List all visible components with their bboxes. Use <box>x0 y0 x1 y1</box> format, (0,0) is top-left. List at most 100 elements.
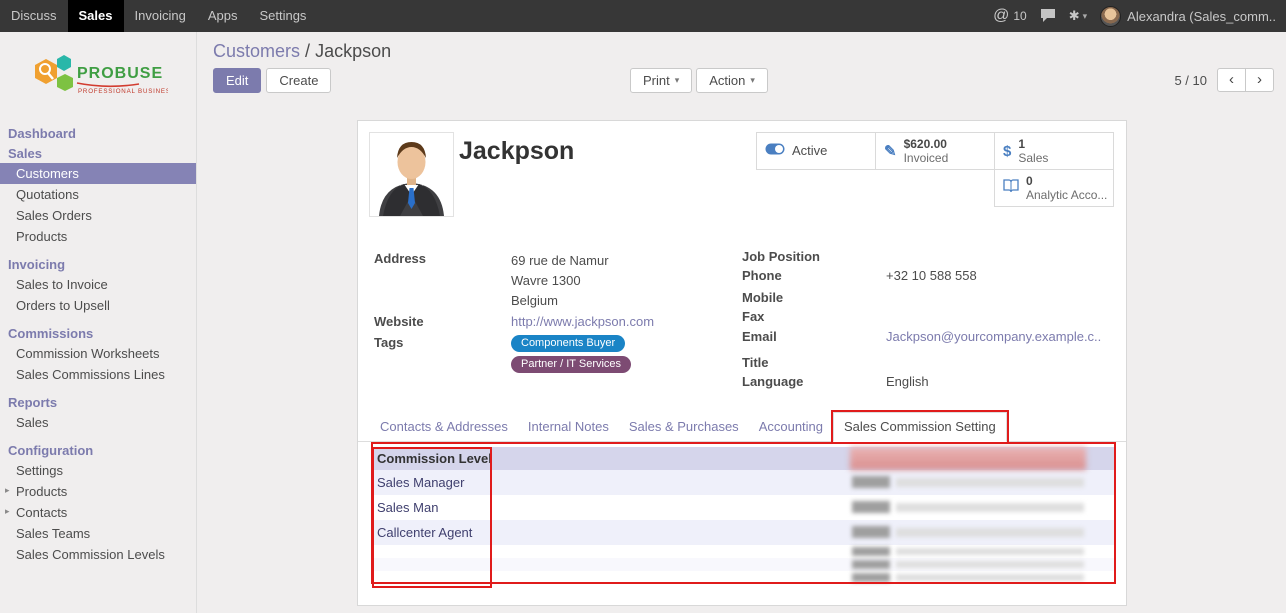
sidebar-header-sales[interactable]: Sales <box>0 143 196 163</box>
caret-down-icon: ▾ <box>1083 11 1088 22</box>
notebook-tabs: Contacts & Addresses Internal Notes Sale… <box>358 414 1126 442</box>
table-row[interactable]: Sales Manager <box>373 470 1115 495</box>
tab-sales-commission-setting[interactable]: Sales Commission Setting <box>833 412 1007 442</box>
print-dropdown-button[interactable]: Print ▾ <box>630 68 692 93</box>
systray-menu[interactable]: ✱ ▾ <box>1069 8 1087 24</box>
customer-form-card: Jackpson Active ✎ $620.00 Invoiced $ 1 <box>357 120 1127 606</box>
phone-label: Phone <box>742 268 886 284</box>
systray-icon: ✱ <box>1069 8 1080 24</box>
redacted-value <box>896 478 1084 487</box>
pager-next-button[interactable]: › <box>1245 68 1274 92</box>
sidebar-item-config-contacts[interactable]: ▸Contacts <box>0 502 196 523</box>
menu-sales[interactable]: Sales <box>68 0 124 32</box>
submenu-arrow-icon: ▸ <box>5 506 10 517</box>
chat-bubble-icon[interactable] <box>1040 8 1056 25</box>
commission-table: Commission Level Sales Manager Sales Man <box>373 447 1115 584</box>
breadcrumb-separator: / <box>305 41 310 61</box>
title-label: Title <box>742 355 886 371</box>
table-header-row: Commission Level <box>373 447 1115 470</box>
redacted-value <box>852 560 890 569</box>
sidebar-item-settings[interactable]: Settings <box>0 460 196 481</box>
submenu-arrow-icon: ▸ <box>5 485 10 496</box>
sidebar-item-quotations[interactable]: Quotations <box>0 184 196 205</box>
edit-button[interactable]: Edit <box>213 68 261 93</box>
action-dropdown-button[interactable]: Action ▾ <box>696 68 768 93</box>
commission-level-cell[interactable]: Sales Manager <box>373 470 850 495</box>
sidebar-item-sales-orders[interactable]: Sales Orders <box>0 205 196 226</box>
user-avatar <box>1100 6 1121 27</box>
row-right-zone <box>850 495 1115 520</box>
menu-discuss[interactable]: Discuss <box>0 0 68 32</box>
table-row[interactable]: Callcenter Agent <box>373 520 1115 545</box>
language-value: English <box>886 374 929 390</box>
mobile-label: Mobile <box>742 290 886 306</box>
sidebar-item-orders-to-upsell[interactable]: Orders to Upsell <box>0 295 196 316</box>
pager: 5 / 10 ‹ › <box>1174 68 1274 92</box>
active-toggle-icon <box>765 142 785 160</box>
sidebar-item-sales-commission-levels[interactable]: Sales Commission Levels <box>0 544 196 565</box>
breadcrumb: Customers / Jackpson <box>213 41 391 62</box>
active-stat-button[interactable]: Active <box>756 132 876 170</box>
inbox-mention-counter[interactable]: @ 10 <box>993 7 1027 25</box>
field-group-right: Job Position Phone +32 10 588 558 Mobile… <box>742 249 1114 393</box>
tab-internal-notes[interactable]: Internal Notes <box>518 413 619 441</box>
user-menu[interactable]: Alexandra (Sales_comm.. <box>1100 6 1276 27</box>
header-right-zone <box>850 447 1115 470</box>
row-right-zone <box>850 470 1115 495</box>
email-link[interactable]: Jackpson@yourcompany.example.c.. <box>886 329 1101 345</box>
logo-title: PROBUSE <box>77 65 163 82</box>
analytic-accounts-stat-button[interactable]: 0 Analytic Acco... <box>994 169 1114 207</box>
invoiced-stat-button[interactable]: ✎ $620.00 Invoiced <box>875 132 995 170</box>
systray: @ 10 ✱ ▾ Alexandra (Sales_comm.. <box>993 0 1286 32</box>
main-content: Customers / Jackpson Edit Create Print ▾… <box>197 32 1286 613</box>
website-link[interactable]: http://www.jackpson.com <box>511 314 654 329</box>
redacted-value <box>852 476 890 488</box>
row-right-zone <box>850 520 1115 545</box>
job-position-label: Job Position <box>742 249 886 265</box>
tab-contacts-addresses[interactable]: Contacts & Addresses <box>370 413 518 441</box>
tab-accounting[interactable]: Accounting <box>749 413 833 441</box>
sidebar-header-configuration[interactable]: Configuration <box>0 440 196 460</box>
create-button[interactable]: Create <box>266 68 331 93</box>
redacted-value <box>852 547 890 556</box>
menu-invoicing[interactable]: Invoicing <box>124 0 197 32</box>
sidebar-header-commissions[interactable]: Commissions <box>0 323 196 343</box>
redacted-value <box>852 501 890 513</box>
redacted-value <box>896 574 1084 581</box>
customer-photo <box>369 132 454 217</box>
sidebar-item-products[interactable]: Products <box>0 226 196 247</box>
caret-down-icon: ▾ <box>750 75 755 86</box>
ledger-book-icon <box>1003 179 1019 198</box>
probuse-logo: PROBUSE PROFESSIONAL BUSINESS <box>0 32 196 123</box>
redacted-value <box>896 561 1084 568</box>
address-label: Address <box>374 251 511 311</box>
menu-apps[interactable]: Apps <box>197 0 249 32</box>
commission-level-cell[interactable]: Sales Man <box>373 495 850 520</box>
column-header-commission-level: Commission Level <box>373 447 850 470</box>
sidebar-item-sales-to-invoice[interactable]: Sales to Invoice <box>0 274 196 295</box>
pencil-icon: ✎ <box>884 142 897 160</box>
sidebar-item-sales-commissions-lines[interactable]: Sales Commissions Lines <box>0 364 196 385</box>
sidebar-item-sales-teams[interactable]: Sales Teams <box>0 523 196 544</box>
sales-stat-button[interactable]: $ 1 Sales <box>994 132 1114 170</box>
table-row[interactable]: Sales Man <box>373 495 1115 520</box>
customer-name: Jackpson <box>459 137 574 166</box>
table-footer-row <box>373 545 1115 558</box>
website-label: Website <box>374 314 511 329</box>
sidebar-header-reports[interactable]: Reports <box>0 392 196 412</box>
tab-sales-purchases[interactable]: Sales & Purchases <box>619 413 749 441</box>
tag-partner-it-services: Partner / IT Services <box>511 356 631 373</box>
sidebar-item-commission-worksheets[interactable]: Commission Worksheets <box>0 343 196 364</box>
sidebar-item-reports-sales[interactable]: Sales <box>0 412 196 433</box>
breadcrumb-customers[interactable]: Customers <box>213 41 300 61</box>
table-footer-row <box>373 571 1115 584</box>
sidebar-header-dashboard[interactable]: Dashboard <box>0 123 196 143</box>
pager-previous-button[interactable]: ‹ <box>1217 68 1246 92</box>
menu-settings[interactable]: Settings <box>248 0 317 32</box>
sidebar-item-config-products[interactable]: ▸Products <box>0 481 196 502</box>
sidebar-item-customers[interactable]: Customers <box>0 163 196 184</box>
sidebar-header-invoicing[interactable]: Invoicing <box>0 254 196 274</box>
redacted-value <box>896 528 1084 537</box>
commission-level-cell[interactable]: Callcenter Agent <box>373 520 850 545</box>
redacted-header-content <box>850 447 1086 470</box>
